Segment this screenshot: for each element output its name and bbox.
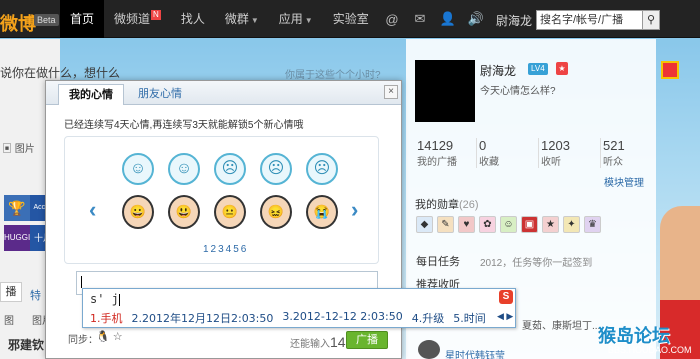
top-navigation-bar: 微博 Beta 首页 微频道 N 找人 微群 ▼ 应用 ▼ 实验室 @ ✉ 👤 🔊 尉… [0,0,700,38]
mood-question[interactable]: 今天心情怎么样? [480,82,556,97]
mood-face-crying[interactable]: ☹ [306,153,338,185]
avatar[interactable] [415,60,475,122]
topbar-username[interactable]: 尉海龙 [496,12,532,29]
medal-icon[interactable]: ☺ [500,216,517,233]
ime-candidate-window: s' j S 1.手机 2.2012年12月12日2:03:50 3.2012-… [82,288,516,328]
text-cursor [81,276,82,288]
ime-candidate[interactable]: 5.时间 [453,310,486,326]
at-icon[interactable]: @ [378,12,406,27]
ime-candidate[interactable]: 1.手机 [90,310,123,326]
nav-channel[interactable]: 微频道 N [104,0,171,38]
person-icon[interactable]: 👤 [434,11,462,27]
close-icon[interactable]: × [384,85,398,99]
mood-kid-smile[interactable]: 😃 [168,195,200,229]
mood-face-row: ☺ ☺ ☹ ☹ ☹ [122,153,338,185]
daily-task-text[interactable]: 2012，任务等你一起签到 [480,254,592,269]
chevron-left-icon[interactable]: ‹ [89,197,96,223]
search-input[interactable]: 搜名字/帐号/广播 [536,10,644,30]
medal-icon[interactable]: ♛ [584,216,601,233]
stat-following[interactable]: 1203 收听 [539,138,601,168]
medal-list: ◆ ✎ ♥ ✿ ☺ ▣ ★ ✦ ♛ [416,216,601,233]
trophy-icon[interactable]: 🏆 [4,195,30,221]
stat-favorites[interactable]: 0 收藏 [477,138,539,168]
sogou-icon[interactable]: S [499,290,513,304]
mail-icon[interactable]: ✉ [406,11,434,27]
mood-kid-crying[interactable]: 😭 [306,195,338,229]
tab-broadcast[interactable]: 播 [0,282,22,302]
recommend-snippet[interactable]: 夏茹、康斯坦丁... [522,317,600,332]
dialog-header: 我的心情 朋友心情 × [46,81,401,105]
mood-face-sad[interactable]: ☹ [214,153,246,185]
medals-heading: 我的勋章(26) [415,199,479,211]
sync-label: 同步： [68,335,98,346]
mood-kid-distressed[interactable]: 😖 [260,195,292,229]
ime-page-arrows-icon[interactable]: ◀ ▶ [497,311,513,322]
main-nav: 首页 微频道 N 找人 微群 ▼ 应用 ▼ 实验室 [60,0,379,38]
tab-special[interactable]: 特 [30,287,41,303]
tab-my-mood[interactable]: 我的心情 [58,84,124,105]
post-button[interactable]: 广播 [346,331,388,349]
ime-candidate[interactable]: 4.升级 [412,310,445,326]
medal-icon[interactable]: ★ [542,216,559,233]
ime-candidate[interactable]: 2.2012年12月12日2:03:50 [132,310,274,326]
module-manage-link[interactable]: 模块管理 [604,174,644,189]
mood-picker: ‹ › ☺ ☺ ☹ ☹ ☹ 😀 😃 😐 😖 😭 123456 [64,136,379,264]
badge-icon: ★ [556,62,568,75]
mood-kid-neutral[interactable]: 😐 [214,195,246,229]
volume-icon[interactable]: 🔊 [462,11,490,27]
nav-find-people[interactable]: 找人 [171,0,215,38]
vip-level-badge: LV4 [528,63,548,75]
mood-face-upset[interactable]: ☹ [260,153,292,185]
ime-candidate[interactable]: 3.2012-12-12 2:03:50 [282,310,402,326]
mascot-image [660,206,700,306]
streak-notice: 已经连续写4天心情,再连续写3天就能解锁5个新心情哦 [64,120,304,131]
medal-icon[interactable]: ♥ [458,216,475,233]
medal-icon[interactable]: ✎ [437,216,454,233]
compose-prompt: 说你在做什么，想什么 [0,66,121,80]
nav-home[interactable]: 首页 [60,0,105,38]
recommend-avatar[interactable] [418,340,440,359]
feed-author-name[interactable]: 邪建钦 [8,336,44,353]
mood-pagination[interactable]: 123456 [203,244,248,255]
compose-hint-link[interactable]: 你属于这些个个小时? [285,66,381,81]
ime-composition: s' j [90,292,120,306]
top-icon-group: @ ✉ 👤 🔊 [378,0,490,38]
medal-icon[interactable]: ◆ [416,216,433,233]
beta-badge: Beta [34,14,59,26]
search-icon[interactable]: ⚲ [642,10,660,30]
ad-tile-huggies[interactable]: HUGGIES [4,225,41,251]
medal-icon[interactable]: ✦ [563,216,580,233]
image-attach-label[interactable]: ▣ 图片 [2,140,35,155]
medal-icon[interactable]: ▣ [521,216,538,233]
chevron-down-icon: ▼ [304,16,313,25]
daily-task-heading: 每日任务 [416,256,460,268]
nav-lab[interactable]: 实验室 [323,0,379,38]
gift-icon[interactable] [661,61,679,79]
weibo-logo[interactable]: 微博 [0,10,36,36]
nav-apps[interactable]: 应用 ▼ [269,0,323,38]
mood-kid-row: 😀 😃 😐 😖 😭 [122,195,338,229]
ime-candidates: 1.手机 2.2012年12月12日2:03:50 3.2012-12-12 2… [90,310,486,326]
chevron-right-icon[interactable]: › [351,197,358,223]
new-badge: N [151,10,161,20]
pic-label: 图 [4,316,14,327]
mood-face-happy[interactable]: ☺ [168,153,200,185]
user-stats: 14129 我的广播 0 收藏 1203 收听 521 听众 [415,138,663,168]
chevron-down-icon: ▼ [250,16,259,25]
nav-groups[interactable]: 微群 ▼ [215,0,269,38]
medal-icon[interactable]: ✿ [479,216,496,233]
stat-broadcasts[interactable]: 14129 我的广播 [415,138,477,168]
mood-kid-grin[interactable]: 😀 [122,195,154,229]
stat-followers[interactable]: 521 听众 [601,138,663,168]
forum-watermark-url: BBS.HOUDAO.COM [608,345,692,355]
tab-friends-mood[interactable]: 朋友心情 [128,84,192,105]
sidebar-username[interactable]: 尉海龙 [480,62,516,79]
mood-face-laughing[interactable]: ☺ [122,153,154,185]
qq-icon[interactable]: 🐧 ☆ [96,330,123,343]
recommend-user-link[interactable]: 星时代韩钰莹 [445,347,505,359]
